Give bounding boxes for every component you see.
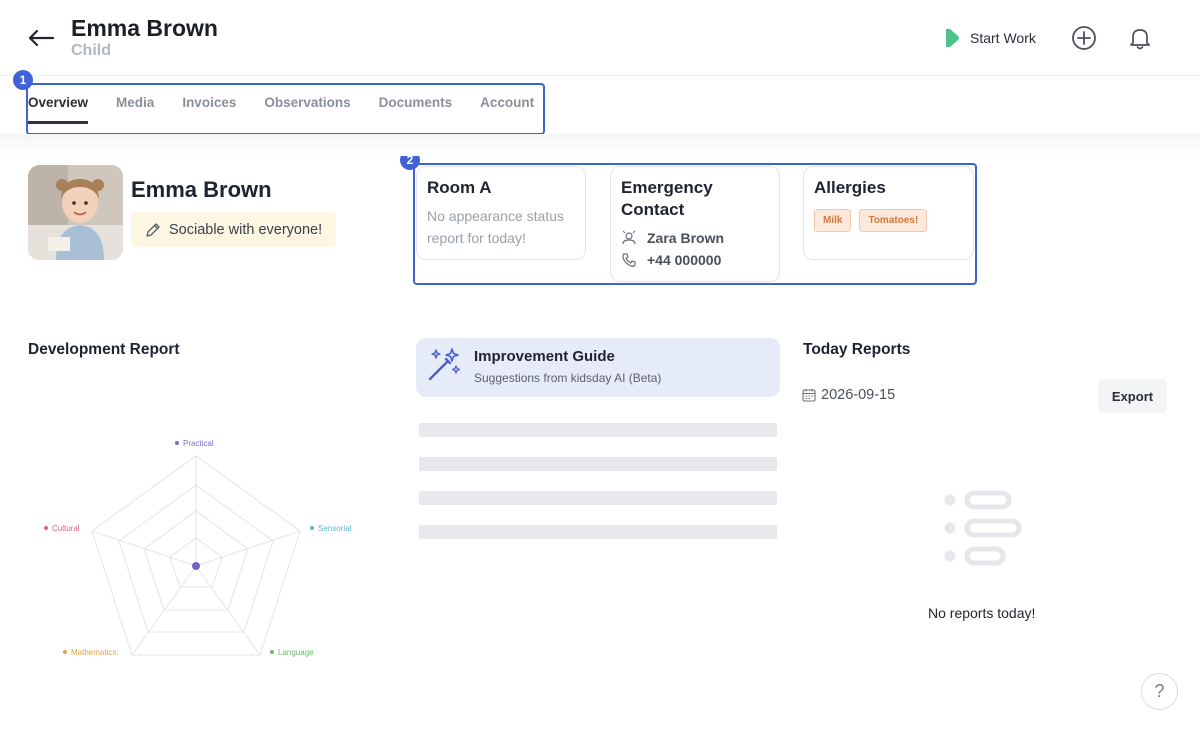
contact-name: Zara Brown (647, 230, 725, 246)
divider-band (0, 134, 1200, 156)
loading-skeleton-line (419, 423, 777, 437)
loading-skeleton-line (419, 525, 777, 539)
development-radar-chart: Practical Sensorial Language Mathematics… (44, 439, 352, 657)
axis-label-practical: Practical (183, 439, 214, 448)
person-icon (622, 230, 636, 245)
emergency-title: Emergency Contact (621, 178, 713, 219)
highlight-box-tabs (26, 83, 545, 135)
page-subtitle: Child (71, 42, 111, 59)
room-title: Room A (427, 178, 492, 197)
guide-title: Improvement Guide (474, 348, 615, 365)
report-date[interactable]: 2026-09-15 (802, 387, 895, 403)
room-status: No appearance status report for today! (427, 208, 564, 246)
allergies-card[interactable]: Allergies Milk Tomatoes! (803, 166, 974, 260)
calendar-icon (802, 389, 816, 402)
profile-name: Emma Brown (131, 177, 272, 202)
contact-phone[interactable]: +44 000000 (647, 251, 721, 269)
contact-phone-row: +44 000000 (621, 251, 769, 269)
empty-list-icon (944, 490, 1022, 566)
bell-icon[interactable] (1126, 24, 1154, 52)
flag-icon (946, 29, 959, 47)
page-header: Emma Brown Child Start Work (0, 0, 1200, 76)
start-work-button[interactable]: Start Work (942, 25, 1036, 51)
improvement-guide-card[interactable]: Improvement Guide Suggestions from kidsd… (416, 338, 780, 397)
back-arrow-icon[interactable] (26, 24, 56, 52)
highlight-number-1: 1 (13, 70, 33, 90)
allergy-tag: Milk (814, 209, 852, 232)
help-button[interactable]: ? (1141, 673, 1178, 710)
today-reports-title: Today Reports (803, 341, 911, 358)
emergency-contact-card[interactable]: Emergency Contact Zara Brown +44 000000 (610, 166, 780, 282)
mood-text: Sociable with everyone! (169, 221, 323, 238)
export-button[interactable]: Export (1098, 379, 1167, 413)
avatar (28, 165, 123, 260)
axis-label-mathematics: Mathematics: (71, 648, 119, 657)
allergies-title: Allergies (814, 178, 886, 197)
radar-center-point (192, 562, 200, 570)
loading-skeleton-line (419, 457, 777, 471)
phone-icon (622, 253, 636, 267)
allergy-tag: Tomatoes! (859, 209, 928, 232)
loading-skeleton-line (419, 491, 777, 505)
development-report-title: Development Report (28, 341, 180, 358)
room-card[interactable]: Room A No appearance status report for t… (416, 166, 586, 260)
add-circle-icon[interactable] (1070, 24, 1098, 52)
contact-name-row: Zara Brown (621, 229, 769, 247)
mood-note[interactable]: Sociable with everyone! (131, 212, 337, 247)
magic-wand-icon (428, 348, 461, 381)
axis-label-language: Language (278, 648, 314, 657)
report-date-text: 2026-09-15 (821, 387, 896, 403)
guide-subtitle: Suggestions from kidsday AI (Beta) (474, 371, 662, 385)
page-title: Emma Brown (71, 15, 218, 41)
axis-label-sensorial: Sensorial (318, 524, 352, 533)
empty-reports-message: No reports today! (928, 605, 1036, 621)
child-photo (28, 165, 123, 260)
start-work-label: Start Work (970, 30, 1036, 46)
axis-label-cultural: Cultural (52, 524, 80, 533)
pencil-icon (146, 222, 160, 237)
